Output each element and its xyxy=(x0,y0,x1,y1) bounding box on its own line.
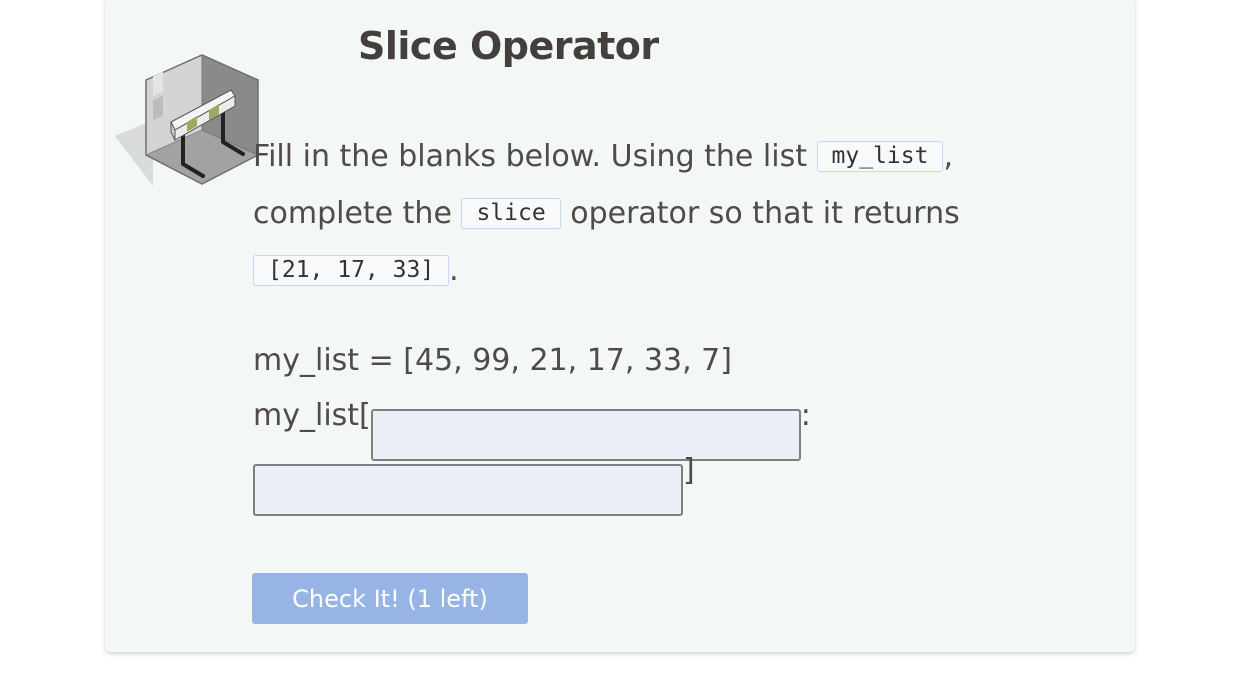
exercise-title: Slice Operator xyxy=(358,24,659,68)
exercise-card: Slice Operator xyxy=(105,0,1135,652)
prompt-text-4: operator so that it returns xyxy=(560,196,960,231)
code-line-2-prefix: my_list[ xyxy=(253,398,371,433)
colon-separator: : xyxy=(800,398,811,433)
code-line-1: my_list = [45, 99, 21, 17, 33, 7] xyxy=(253,343,732,378)
slice-stop-input[interactable] xyxy=(253,463,683,516)
prompt-text-2: , xyxy=(943,139,953,174)
hurdle-illustration xyxy=(115,54,259,186)
code-slice: slice xyxy=(461,198,561,229)
prompt-text-5: . xyxy=(449,253,459,288)
code-line-2: my_list[: xyxy=(253,388,1053,461)
check-it-button[interactable]: Check It! (1 left) xyxy=(252,573,528,624)
prompt-text-1: Fill in the blanks below. Using the list xyxy=(253,139,817,174)
prompt-text-3: complete the xyxy=(253,196,462,231)
code-area: my_list = [45, 99, 21, 17, 33, 7] my_lis… xyxy=(253,333,1053,516)
exercise-prompt: Fill in the blanks below. Using the list… xyxy=(253,128,1053,299)
code-result: [21, 17, 33] xyxy=(253,255,450,286)
code-line-3: ] xyxy=(253,443,1053,516)
closing-bracket: ] xyxy=(683,453,695,488)
code-list-name: my_list xyxy=(816,141,944,172)
